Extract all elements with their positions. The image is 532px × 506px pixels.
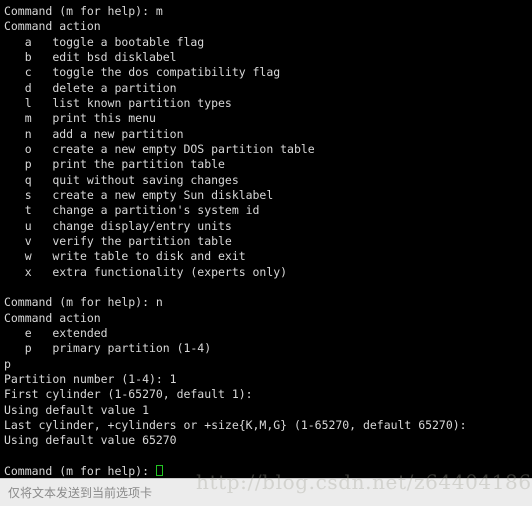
- terminal-output-area[interactable]: Command (m for help): m Command action a …: [0, 0, 532, 478]
- terminal-line: o create a new empty DOS partition table: [4, 141, 315, 156]
- terminal-line: Last cylinder, +cylinders or +size{K,M,G…: [4, 417, 474, 432]
- prompt-label: Command (m for help):: [4, 463, 156, 478]
- terminal-line: p primary partition (1-4): [4, 341, 212, 356]
- terminal-line: Command (m for help): m: [4, 4, 163, 18]
- terminal-line: Using default value 65270: [4, 433, 177, 448]
- terminal-line: c toggle the dos compatibility flag: [4, 65, 281, 80]
- terminal-line: t change a partition's system id: [4, 203, 260, 218]
- terminal-line: p: [4, 356, 11, 371]
- terminal-line: Command action: [4, 310, 101, 325]
- terminal-active-prompt-line[interactable]: Command (m for help):: [4, 464, 532, 478]
- terminal-line: Using default value 1: [4, 402, 149, 417]
- status-bar: 仅将文本发送到当前选项卡: [0, 478, 532, 506]
- terminal-line: s create a new empty Sun disklabel: [4, 187, 274, 202]
- terminal-line: First cylinder (1-65270, default 1):: [4, 387, 260, 402]
- terminal-line: Command action: [4, 19, 101, 34]
- terminal-line: Partition number (1-4): 1: [4, 371, 177, 386]
- terminal-line: m print this menu: [4, 111, 156, 126]
- terminal-line: b edit bsd disklabel: [4, 49, 177, 64]
- terminal-line: n add a new partition: [4, 126, 184, 141]
- terminal-line: v verify the partition table: [4, 233, 232, 248]
- terminal-window: Command (m for help): m Command action a …: [0, 0, 532, 506]
- terminal-line: w write table to disk and exit: [4, 249, 246, 264]
- terminal-line: d delete a partition: [4, 80, 177, 95]
- terminal-line: u change display/entry units: [4, 218, 232, 233]
- terminal-scrollback: Command (m for help): m Command action a …: [4, 4, 532, 464]
- status-bar-label: 仅将文本发送到当前选项卡: [8, 486, 153, 500]
- terminal-line: p print the partition table: [4, 157, 225, 172]
- terminal-line: l list known partition types: [4, 95, 232, 110]
- terminal-line: x extra functionality (experts only): [4, 264, 288, 279]
- terminal-line: Command (m for help): n: [4, 295, 163, 310]
- terminal-line: e extended: [4, 325, 108, 340]
- terminal-line: q quit without saving changes: [4, 172, 239, 187]
- terminal-line: a toggle a bootable flag: [4, 34, 205, 49]
- text-cursor: [156, 464, 163, 477]
